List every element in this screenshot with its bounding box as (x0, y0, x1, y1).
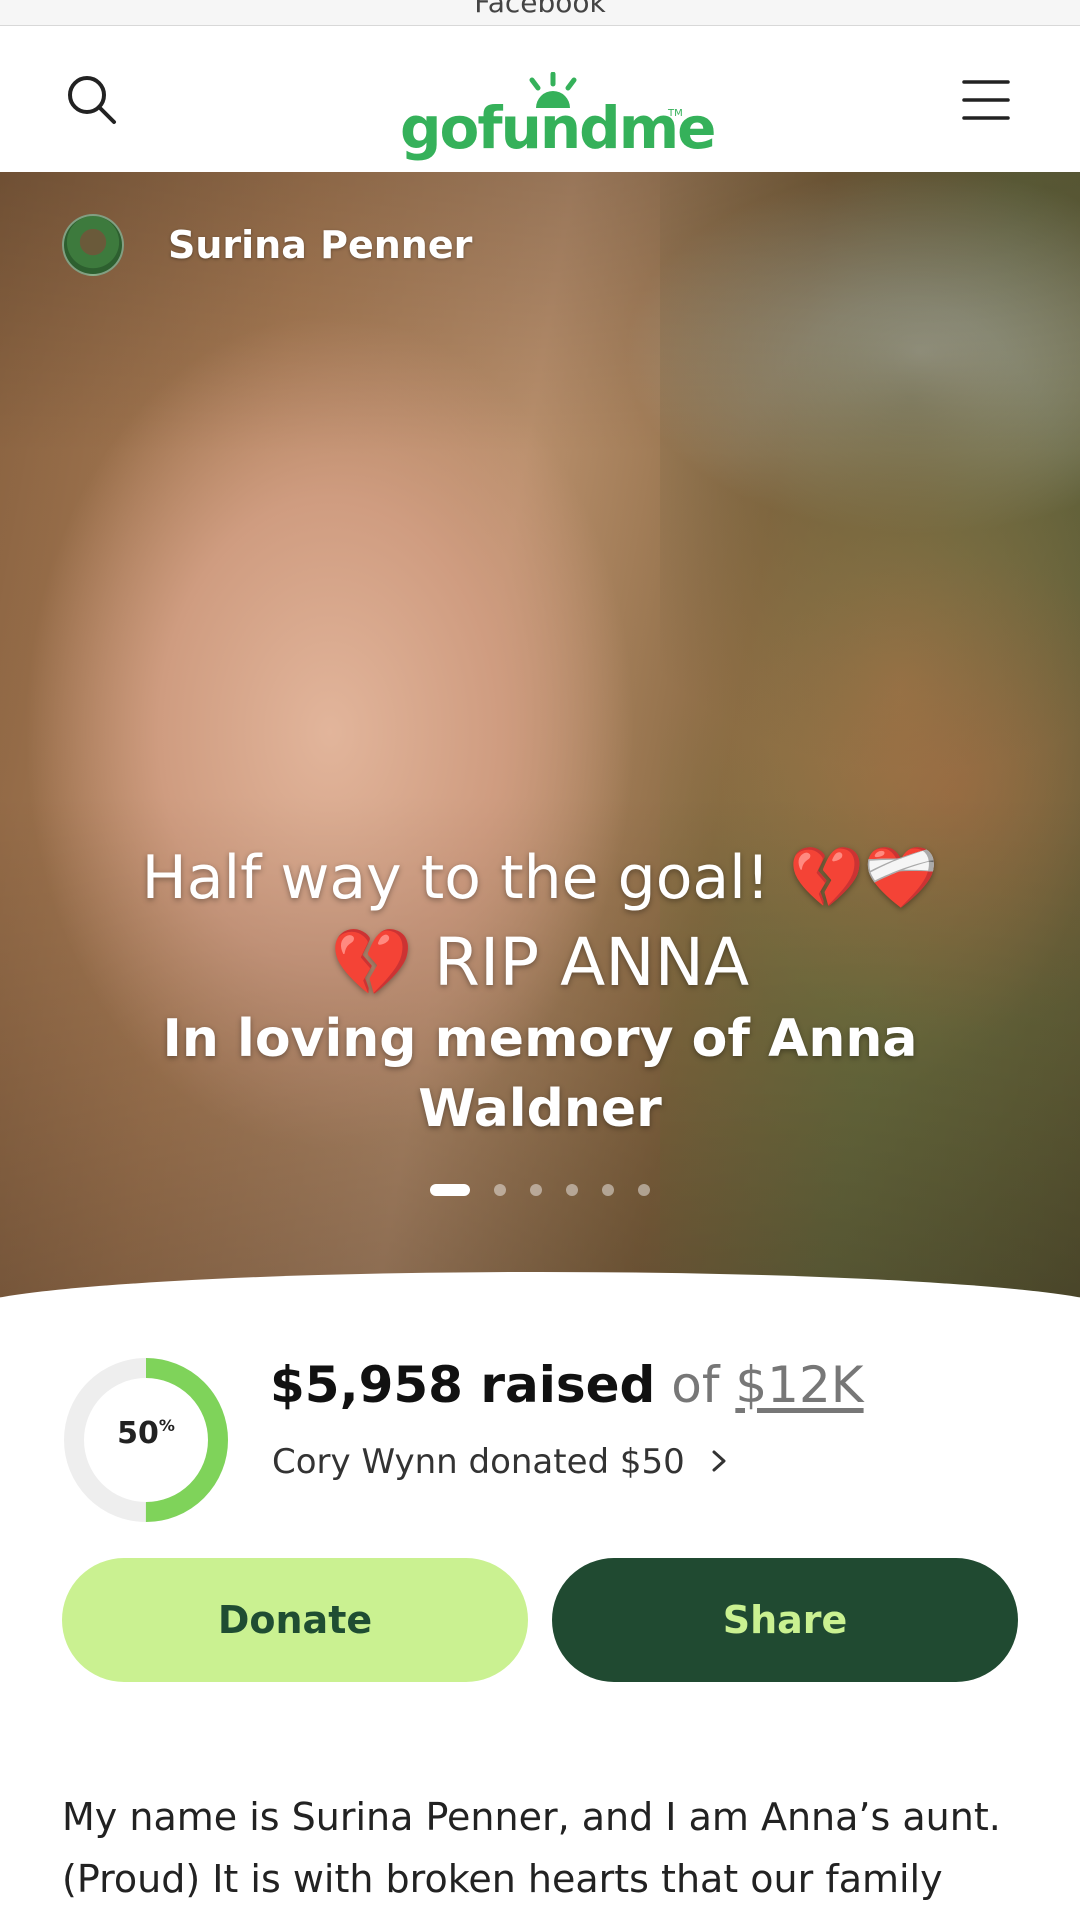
carousel-dot[interactable] (566, 1184, 578, 1196)
carousel-dot[interactable] (430, 1184, 470, 1196)
organizer-name[interactable]: Surina Penner (168, 223, 472, 267)
search-icon[interactable] (64, 72, 120, 128)
hamburger-menu-icon[interactable] (962, 78, 1010, 122)
browser-title: Facebook (474, 0, 606, 19)
carousel-dot[interactable] (494, 1184, 506, 1196)
campaign-story: My name is Surina Penner, and I am Anna’… (62, 1795, 1001, 1901)
logo-trademark: TM (668, 108, 683, 119)
progress-percent: 50% (60, 1416, 232, 1451)
recent-donation-text: Cory Wynn donated $50 (272, 1442, 685, 1482)
share-label: Share (722, 1598, 848, 1642)
hero-caption-memory: In loving memory of Anna Waldner (162, 1009, 918, 1139)
progress-percent-value: 50 (117, 1416, 159, 1451)
raised-summary: $5,958 raised of $12K (270, 1356, 864, 1414)
carousel-dot[interactable] (530, 1184, 542, 1196)
campaign-hero-image[interactable]: Surina Penner Half way to the goal! 💔❤️‍… (0, 172, 1080, 1302)
chevron-right-icon (712, 1450, 726, 1472)
hero-caption-line2: 💔 RIP ANNA (330, 924, 750, 1001)
progress-ring: 50% (60, 1354, 232, 1526)
goal-amount[interactable]: $12K (735, 1356, 863, 1414)
carousel-dots[interactable] (0, 1184, 1080, 1196)
donate-button[interactable]: Donate (62, 1558, 528, 1682)
donate-label: Donate (217, 1598, 373, 1642)
carousel-dot[interactable] (602, 1184, 614, 1196)
hero-caption-line3: In loving memory of Anna Waldner (0, 1004, 1080, 1144)
raised-amount: $5,958 raised (270, 1356, 656, 1414)
logo-wordmark: gofundme (400, 94, 716, 162)
raised-of: of (655, 1356, 736, 1414)
hero-caption-line1: Half way to the goal! 💔❤️‍🩹 (141, 843, 939, 913)
avatar[interactable] (62, 214, 124, 276)
carousel-dot[interactable] (638, 1184, 650, 1196)
browser-title-bar: Facebook (0, 0, 1080, 26)
gofundme-logo[interactable]: gofundme TM (400, 50, 716, 162)
recent-donation[interactable]: Cory Wynn donated $50 (272, 1442, 730, 1482)
share-button[interactable]: Share (552, 1558, 1018, 1682)
organizer[interactable]: Surina Penner (62, 214, 472, 276)
site-header: gofundme TM (0, 26, 1080, 172)
progress-percent-sign: % (158, 1416, 175, 1435)
